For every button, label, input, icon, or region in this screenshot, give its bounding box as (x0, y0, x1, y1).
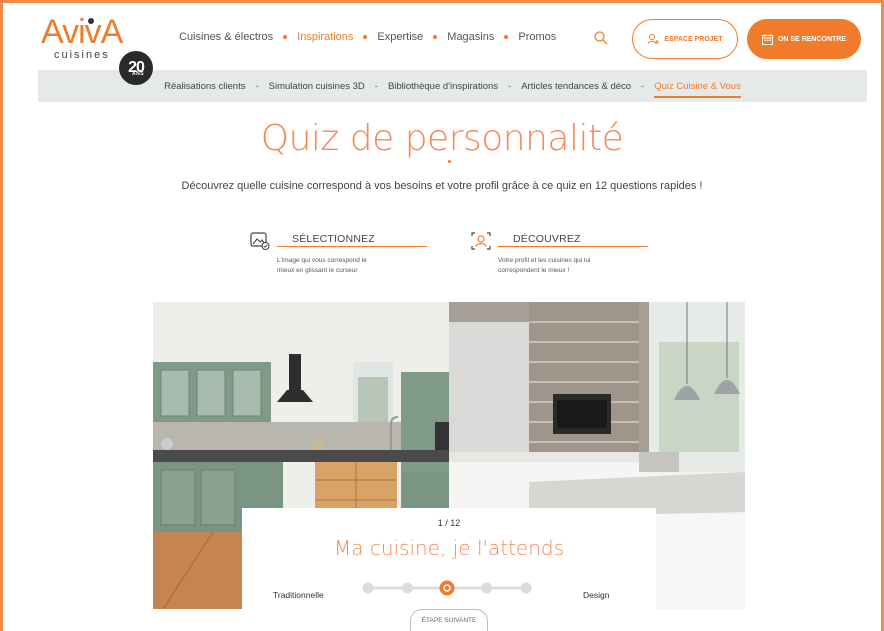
nav-item-expertise[interactable]: Expertise (377, 31, 423, 43)
slider-left-label: Traditionnelle (273, 590, 324, 600)
image-select-icon (250, 232, 270, 251)
espace-projet-label: ESPACE PROJET (664, 35, 723, 43)
step-discover-desc-line-1: Votre profil et les cuisines qui lui (498, 257, 591, 264)
nav-separator-dot (363, 35, 368, 39)
step-discover-label: DÉCOUVREZ (513, 233, 581, 245)
step-select-label: SÉLECTIONNEZ (292, 233, 375, 245)
step-select-underline (277, 246, 427, 247)
subnav-item-1[interactable]: Réalisations clients (164, 81, 245, 92)
subnav-separator: - (641, 80, 645, 92)
nav-item-promos[interactable]: Promos (518, 31, 556, 43)
next-step-button[interactable]: ÉTAPE SUIVANTE (410, 609, 488, 631)
subnav-separator: - (255, 80, 259, 92)
inspirations-subnav: Réalisations clients - Simulation cuisines… (38, 70, 867, 102)
search-icon[interactable] (593, 30, 609, 46)
question-counter: 1 / 12 (437, 518, 461, 528)
slider-handle[interactable] (439, 580, 455, 596)
question-title: Ma cuisine, je l'attends (333, 536, 565, 560)
logo-subtitle: cuisines (54, 49, 110, 61)
subnav-separator: - (508, 80, 512, 92)
step-discover-description: Votre profil et les cuisines qui lui cor… (498, 256, 648, 275)
step-select-desc-line-1: L'image qui vous correspond le (277, 257, 367, 264)
logo-wordmark: AvivA (41, 13, 123, 51)
slider-stop[interactable] (402, 582, 413, 594)
logo-dot (88, 18, 94, 24)
intro-text: Découvrez quelle cuisine correspond à vo… (181, 180, 703, 192)
espace-projet-button[interactable]: ESPACE PROJET (632, 19, 738, 59)
slider-right-label: Design (583, 590, 610, 600)
subnav-item-5[interactable]: Quiz Cuisine & Vous (654, 81, 741, 98)
profile-scan-icon (471, 232, 491, 250)
subnav-separator: - (374, 80, 378, 92)
user-add-icon (647, 34, 660, 45)
slider-stop[interactable] (520, 582, 532, 594)
step-discover-desc-line-2: correspondent le mieux ! (498, 266, 570, 274)
step-select-desc-line-2: mieux en glissant le curseur (277, 266, 358, 274)
nav-separator-dot (433, 35, 438, 39)
badge-subtitle: ANS (132, 71, 145, 77)
anniversary-badge: 20 ANS (119, 51, 153, 85)
subnav-item-3[interactable]: Bibliothèque d'inspirations (388, 81, 498, 92)
nav-item-inspirations[interactable]: Inspirations (297, 31, 353, 43)
calendar-icon (761, 33, 773, 45)
page-title: Quiz de personnalité (260, 118, 624, 159)
step-discover-underline (498, 246, 648, 247)
slider-stop[interactable] (481, 582, 492, 594)
subnav-item-4[interactable]: Articles tendances & déco (521, 81, 631, 92)
title-accent-dot (448, 160, 451, 163)
on-se-rencontre-label: ON SE RENCONTRE (777, 35, 847, 43)
main-nav: Cuisines & électros Inspirations Expertise… (179, 31, 556, 43)
nav-separator-dot (283, 35, 288, 39)
slider-stop[interactable] (362, 582, 374, 594)
nav-item-magasins[interactable]: Magasins (447, 31, 494, 43)
nav-item-cuisines-lectros[interactable]: Cuisines & électros (179, 31, 273, 43)
step-select-description: L'image qui vous correspond le mieux en … (277, 256, 427, 275)
quiz-card: 1 / 12 Ma cuisine, je l'attends Traditio… (242, 508, 656, 609)
on-se-rencontre-button[interactable]: ON SE RENCONTRE (747, 19, 861, 59)
style-slider[interactable] (360, 580, 534, 596)
subnav-item-2[interactable]: Simulation cuisines 3D (269, 81, 365, 92)
nav-separator-dot (504, 35, 509, 39)
